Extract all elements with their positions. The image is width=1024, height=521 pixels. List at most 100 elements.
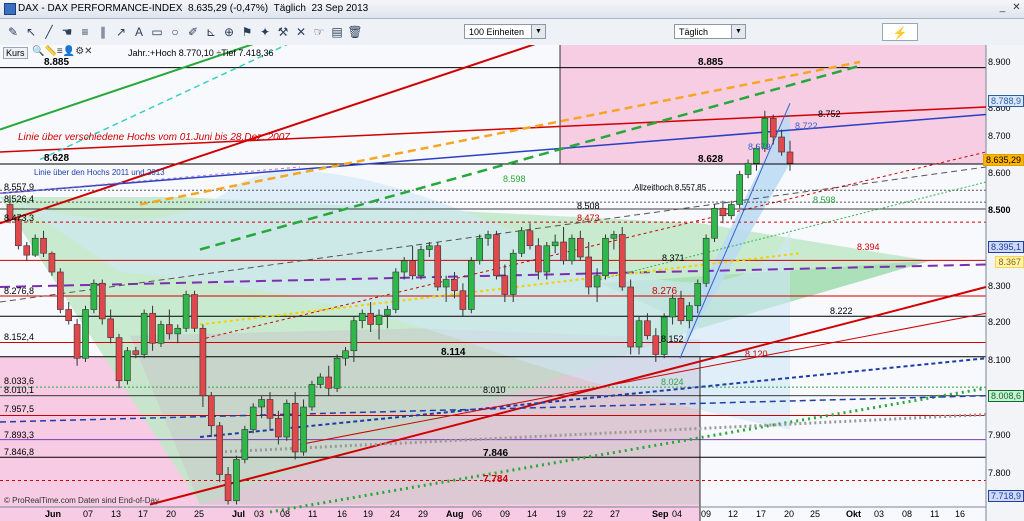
candle-body-70 bbox=[593, 275, 601, 288]
ruler-icon[interactable]: ⊾ bbox=[202, 23, 220, 41]
close-icon[interactable]: ✕ bbox=[84, 46, 92, 57]
candle-body-1 bbox=[15, 219, 22, 247]
price-axis-8700: 8.700 bbox=[988, 131, 1011, 141]
hand-icon[interactable]: ☚ bbox=[58, 23, 76, 41]
x-axis-label: 16 bbox=[955, 509, 966, 519]
price-axis-8300: 8.300 bbox=[988, 281, 1011, 291]
rectangle-icon[interactable]: ▭ bbox=[148, 23, 166, 41]
units-select[interactable]: 100 Einheiten ▼ bbox=[464, 24, 546, 39]
chart-style-icon[interactable]: ⚡ bbox=[882, 23, 918, 41]
price-box-last: 8.635,29 bbox=[982, 154, 1024, 166]
trash-icon[interactable]: 🗑 bbox=[346, 23, 364, 41]
app-icon bbox=[4, 3, 16, 15]
label-8752: 8.752 bbox=[818, 109, 841, 119]
period-select[interactable]: Täglich ▼ bbox=[674, 24, 746, 39]
x-axis-label: 25 bbox=[194, 509, 205, 519]
minimize-button[interactable]: _ bbox=[997, 3, 1008, 14]
candle-body-55 bbox=[467, 260, 475, 310]
candle-body-85 bbox=[719, 207, 727, 217]
candle-body-77 bbox=[652, 335, 660, 355]
label-8628-right: 8.628 bbox=[698, 154, 724, 165]
candle-body-81 bbox=[686, 305, 693, 322]
x-axis-label: Aug bbox=[446, 509, 464, 519]
kurs-icons: 🔍📏≡👤⚙✕ bbox=[32, 46, 93, 57]
candle-body-57 bbox=[484, 234, 492, 239]
candle-body-53 bbox=[451, 279, 458, 292]
candle-body-52 bbox=[442, 279, 450, 288]
price-box-8008: 8.008,6 bbox=[987, 390, 1024, 402]
x-axis-label: 07 bbox=[83, 509, 94, 519]
candle-body-13 bbox=[115, 337, 123, 382]
pointer-icon[interactable]: ☞ bbox=[310, 23, 328, 41]
trendline-icon[interactable]: ╱ bbox=[40, 23, 58, 41]
label-7957: 7.957,5 bbox=[4, 404, 35, 414]
candle-body-26 bbox=[224, 474, 232, 502]
candle-body-58 bbox=[493, 234, 500, 277]
star-icon[interactable]: ✦ bbox=[256, 23, 274, 41]
text-icon[interactable]: A bbox=[130, 23, 148, 41]
x-axis-label: 03 bbox=[874, 509, 885, 519]
label-8598b: 8.598 bbox=[813, 195, 836, 205]
fibonacci-icon[interactable]: ≡ bbox=[76, 23, 94, 41]
label-8222: 8.222 bbox=[830, 306, 853, 316]
x-axis-label: 11 bbox=[308, 509, 318, 519]
window-title: DAX - DAX PERFORMANCE-INDEX 8.635,29 (-0… bbox=[18, 3, 368, 14]
candle-body-73 bbox=[618, 234, 626, 288]
candle-body-62 bbox=[526, 230, 534, 247]
label-8628-left: 8.628 bbox=[44, 153, 70, 164]
label-8152b: 8.152 bbox=[661, 334, 684, 344]
people-icon[interactable]: 👤 bbox=[63, 46, 75, 57]
window-title-text: DAX - DAX PERFORMANCE-INDEX bbox=[18, 3, 183, 14]
candle-body-47 bbox=[400, 260, 408, 273]
price-box-8367: 8.367 bbox=[995, 256, 1024, 268]
zoom-icon[interactable]: 🔍 bbox=[32, 46, 44, 57]
candle-body-19 bbox=[166, 324, 173, 335]
candle-body-76 bbox=[644, 320, 651, 337]
parallel-icon[interactable]: ∥ bbox=[94, 23, 112, 41]
arrow-icon[interactable]: ↗ bbox=[112, 23, 130, 41]
cross-icon[interactable]: ✕ bbox=[292, 23, 310, 41]
candle-body-92 bbox=[778, 136, 785, 153]
candle-body-31 bbox=[266, 399, 274, 419]
x-axis-label: 29 bbox=[418, 509, 429, 519]
candle-body-42 bbox=[358, 312, 366, 322]
tool-icon[interactable]: ⚒ bbox=[274, 23, 292, 41]
label-8010a: 8.010,1 bbox=[4, 385, 35, 395]
flag-icon[interactable]: ⚑ bbox=[238, 23, 256, 41]
label-8394: 8.394 bbox=[857, 242, 880, 252]
x-axis-label: 08 bbox=[902, 509, 913, 519]
clipboard-icon[interactable]: ▤ bbox=[328, 23, 346, 41]
candle-body-45 bbox=[384, 309, 391, 316]
label-8598: 8.598 bbox=[503, 174, 526, 184]
candle-body-87 bbox=[736, 174, 743, 205]
candle-body-38 bbox=[325, 376, 333, 389]
label-7893: 7.893,3 bbox=[4, 430, 35, 440]
candle-body-30 bbox=[258, 399, 265, 408]
circle-icon[interactable]: ○ bbox=[166, 23, 184, 41]
cursor-icon[interactable]: ↖ bbox=[22, 23, 40, 41]
candle-body-86 bbox=[727, 204, 735, 217]
window-interval: Täglich bbox=[273, 3, 306, 14]
candle-body-36 bbox=[308, 384, 316, 408]
x-axis-label: 09 bbox=[701, 509, 712, 519]
candle-body-79 bbox=[669, 297, 676, 318]
ruler-icon[interactable]: 📏 bbox=[44, 46, 56, 57]
close-button[interactable]: ✕ bbox=[1011, 3, 1022, 14]
candle-body-35 bbox=[300, 406, 307, 453]
candle-body-54 bbox=[459, 290, 467, 310]
target-icon[interactable]: ⊕ bbox=[220, 23, 238, 41]
label-8276b: 8.276 bbox=[652, 286, 678, 297]
candle-body-37 bbox=[317, 376, 324, 385]
candle-body-9 bbox=[82, 309, 89, 359]
pen-icon[interactable]: ✐ bbox=[184, 23, 202, 41]
label-8120: 8.120 bbox=[745, 349, 768, 359]
x-axis-label: Jun bbox=[45, 509, 62, 519]
candle-body-18 bbox=[157, 324, 165, 344]
candle-body-20 bbox=[174, 327, 182, 335]
settings-icon[interactable]: ⚙ bbox=[75, 46, 84, 57]
pencil-icon[interactable]: ✎ bbox=[4, 23, 22, 41]
candle-body-40 bbox=[342, 350, 349, 359]
price-chart[interactable] bbox=[0, 45, 1024, 521]
x-axis-label: 17 bbox=[138, 509, 149, 519]
label-8114: 8.114 bbox=[441, 347, 466, 358]
